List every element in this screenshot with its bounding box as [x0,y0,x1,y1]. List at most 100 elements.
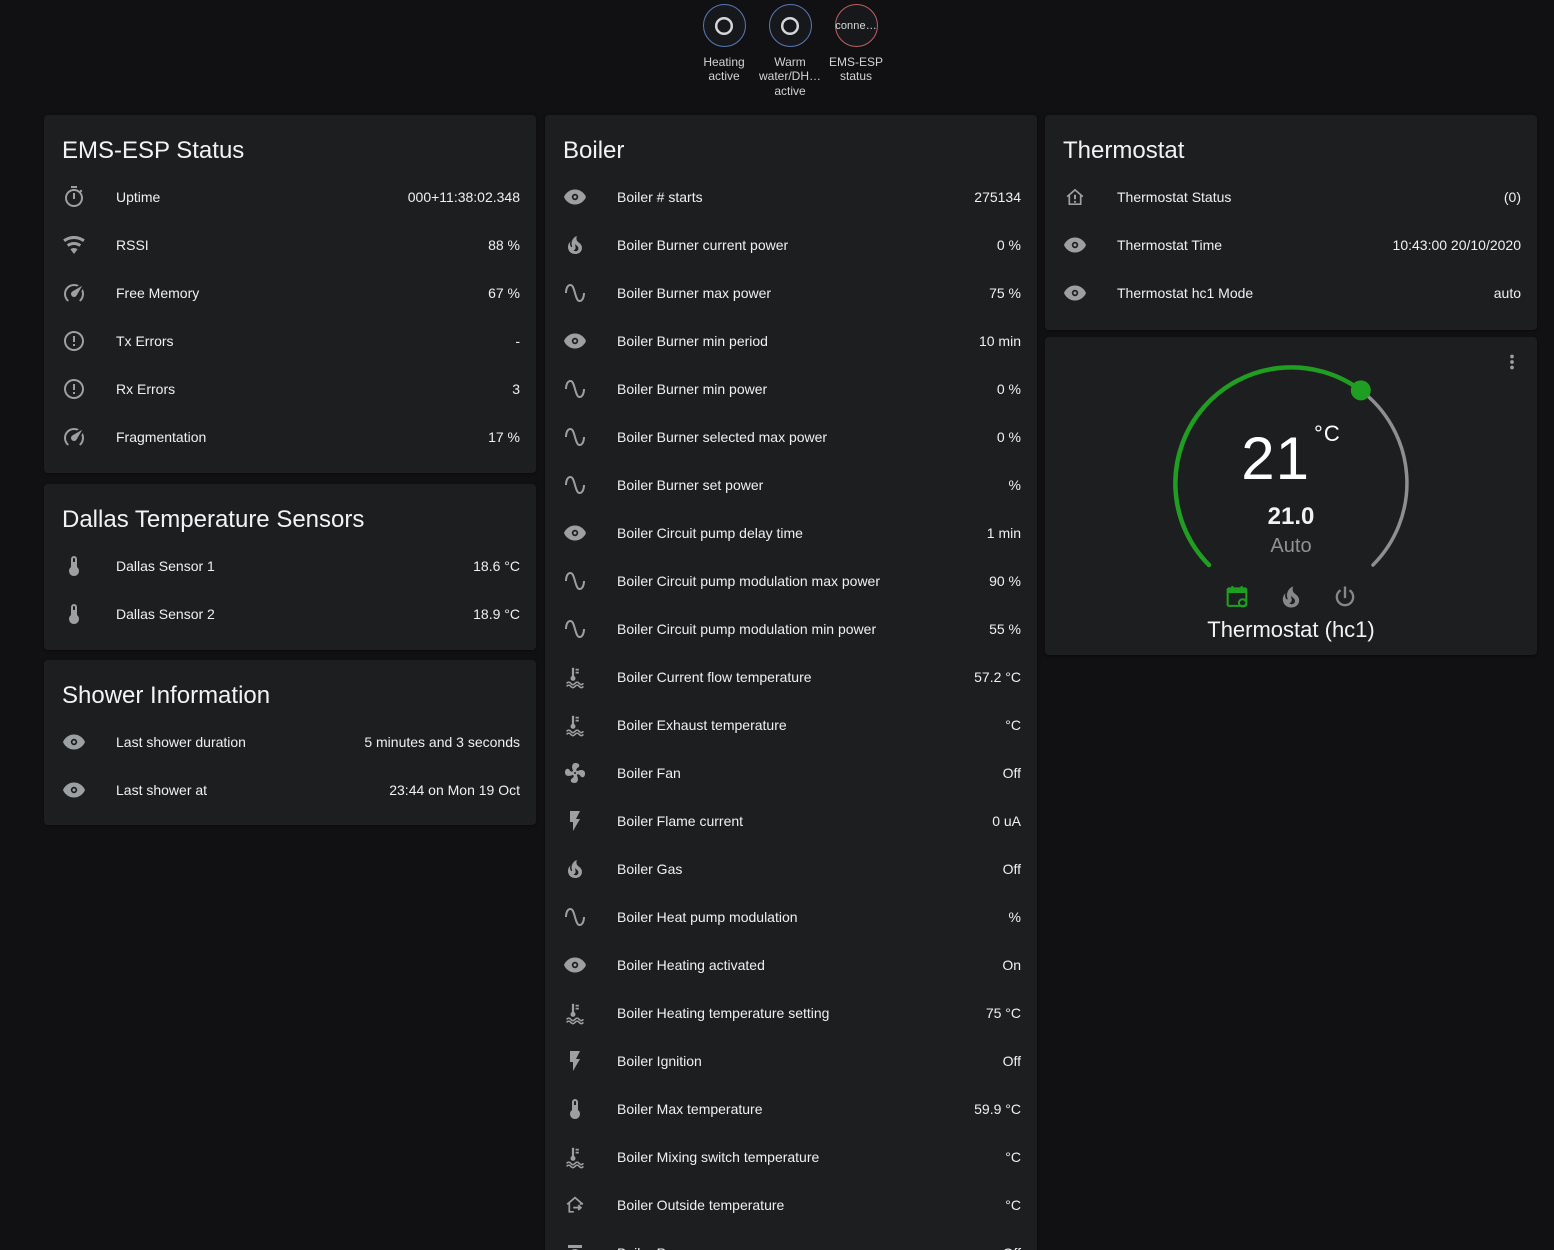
circle-ring-icon [777,13,803,39]
eye-icon [62,730,86,754]
entity-label: Boiler Outside temperature [617,1197,993,1213]
entity-row[interactable]: Boiler Circuit pump delay time 1 min [545,509,1037,557]
entity-row[interactable]: Fragmentation 17 % [44,413,536,461]
hvac-mode-button[interactable] [1223,583,1251,611]
entity-row[interactable]: Thermostat Time 10:43:00 20/10/2020 [1045,221,1537,269]
entity-row[interactable]: Boiler # starts 275134 [545,173,1037,221]
badge-bar: Heating active Warm water/DH… active con… [26,4,1554,98]
entity-label: Last shower duration [116,734,352,750]
entity-value: 75 % [989,285,1021,301]
eye-icon [563,329,587,353]
entity-label: Boiler Burner set power [617,477,997,493]
thermometer-icon [62,554,86,578]
entity-value: 55 % [989,621,1021,637]
entity-value: 88 % [488,237,520,253]
entity-list: Thermostat Status (0) Thermostat Time 10… [1045,173,1537,317]
entity-row[interactable]: Boiler Heating activated On [545,941,1037,989]
entity-row[interactable]: Boiler Gas Off [545,845,1037,893]
dots-vertical-icon[interactable] [1501,351,1523,373]
card-ems-esp-status: EMS-ESP Status Uptime 000+11:38:02.348 R… [44,115,536,473]
entity-list: Dallas Sensor 1 18.6 °C Dallas Sensor 2 … [44,542,536,638]
entity-row[interactable]: Uptime 000+11:38:02.348 [44,173,536,221]
entity-row[interactable]: Boiler Circuit pump modulation min power… [545,605,1037,653]
card-thermostat-dial: 21°C 21.0 Auto Thermostat (hc1) [1045,337,1537,655]
card-thermostat-status: Thermostat Thermostat Status (0) Thermos… [1045,115,1537,330]
entity-list: Boiler # starts 275134 Boiler Burner cur… [545,173,1037,1250]
entity-label: Boiler Exhaust temperature [617,717,993,733]
entity-row[interactable]: Boiler Burner current power 0 % [545,221,1037,269]
entity-row[interactable]: Boiler Heat pump modulation % [545,893,1037,941]
dial-knob[interactable] [1351,380,1371,400]
sine-wave-icon [563,281,587,305]
entity-value: On [1002,957,1021,973]
status-badge[interactable]: Warm water/DH… active [757,4,823,98]
sine-wave-icon [563,425,587,449]
entity-value: °C [1005,717,1021,733]
entity-label: Rx Errors [116,381,500,397]
entity-row[interactable]: Boiler Exhaust temperature °C [545,701,1037,749]
hvac-mode-button[interactable] [1331,583,1359,611]
entity-row[interactable]: Last shower at 23:44 on Mon 19 Oct [44,766,536,814]
entity-label: Fragmentation [116,429,476,445]
entity-row[interactable]: Boiler Mixing switch temperature °C [545,1133,1037,1181]
fire-icon [563,857,587,881]
entity-row[interactable]: Boiler Outside temperature °C [545,1181,1037,1229]
entity-row[interactable]: Dallas Sensor 2 18.9 °C [44,590,536,638]
entity-value: 23:44 on Mon 19 Oct [389,782,520,798]
entity-row[interactable]: Thermostat Status (0) [1045,173,1537,221]
entity-row[interactable]: Boiler Burner selected max power 0 % [545,413,1037,461]
entity-row[interactable]: Boiler Circuit pump modulation max power… [545,557,1037,605]
entity-row[interactable]: Tx Errors - [44,317,536,365]
entity-value: 59.9 °C [974,1101,1021,1117]
thermostat-name: Thermostat (hc1) [1045,617,1537,643]
entity-row[interactable]: Dallas Sensor 1 18.6 °C [44,542,536,590]
badge-label: EMS-ESP status [823,55,889,84]
entity-value: 1 min [987,525,1021,541]
entity-row[interactable]: Boiler Current flow temperature 57.2 °C [545,653,1037,701]
card-boiler: Boiler Boiler # starts 275134 Boiler Bur… [545,115,1037,1250]
card-dallas-sensors: Dallas Temperature Sensors Dallas Sensor… [44,484,536,650]
entity-label: Boiler Current flow temperature [617,669,962,685]
entity-label: Free Memory [116,285,476,301]
entity-row[interactable]: Boiler Pump Off [545,1229,1037,1250]
entity-row[interactable]: Boiler Burner set power % [545,461,1037,509]
entity-value: 10 min [979,333,1021,349]
entity-value: Off [1003,1053,1021,1069]
entity-label: Boiler Ignition [617,1053,991,1069]
entity-value: 0 % [997,381,1021,397]
entity-value: % [1009,909,1021,925]
badge-circle [769,4,812,47]
card-title: Thermostat [1045,115,1537,173]
entity-row[interactable]: Boiler Heating temperature setting 75 °C [545,989,1037,1037]
entity-row[interactable]: Rx Errors 3 [44,365,536,413]
entity-label: Boiler Flame current [617,813,980,829]
entity-label: Boiler Burner max power [617,285,977,301]
entity-row[interactable]: Free Memory 67 % [44,269,536,317]
entity-row[interactable]: Boiler Burner max power 75 % [545,269,1037,317]
entity-row[interactable]: Boiler Flame current 0 uA [545,797,1037,845]
sine-wave-icon [563,569,587,593]
card-title: Boiler [545,115,1037,173]
entity-row[interactable]: Boiler Fan Off [545,749,1037,797]
entity-value: 57.2 °C [974,669,1021,685]
entity-row[interactable]: Boiler Burner min power 0 % [545,365,1037,413]
status-badge[interactable]: Heating active [691,4,757,84]
status-badge[interactable]: conne… EMS-ESP status [823,4,889,84]
flash-icon [563,809,587,833]
entity-value: 10:43:00 20/10/2020 [1393,237,1521,253]
entity-row[interactable]: Boiler Burner min period 10 min [545,317,1037,365]
entity-label: Tx Errors [116,333,503,349]
home-export-icon [563,1193,587,1217]
circle-ring-icon [711,13,737,39]
entity-row[interactable]: Boiler Max temperature 59.9 °C [545,1085,1037,1133]
entity-value: 3 [512,381,520,397]
badge-label: Warm water/DH… active [757,55,823,98]
entity-row[interactable]: Thermostat hc1 Mode auto [1045,269,1537,317]
hvac-mode-button[interactable] [1277,583,1305,611]
entity-value: Off [1003,765,1021,781]
entity-row[interactable]: Boiler Ignition Off [545,1037,1037,1085]
eye-icon [563,521,587,545]
dashboard: Heating active Warm water/DH… active con… [0,0,1554,1250]
entity-row[interactable]: RSSI 88 % [44,221,536,269]
entity-row[interactable]: Last shower duration 5 minutes and 3 sec… [44,718,536,766]
